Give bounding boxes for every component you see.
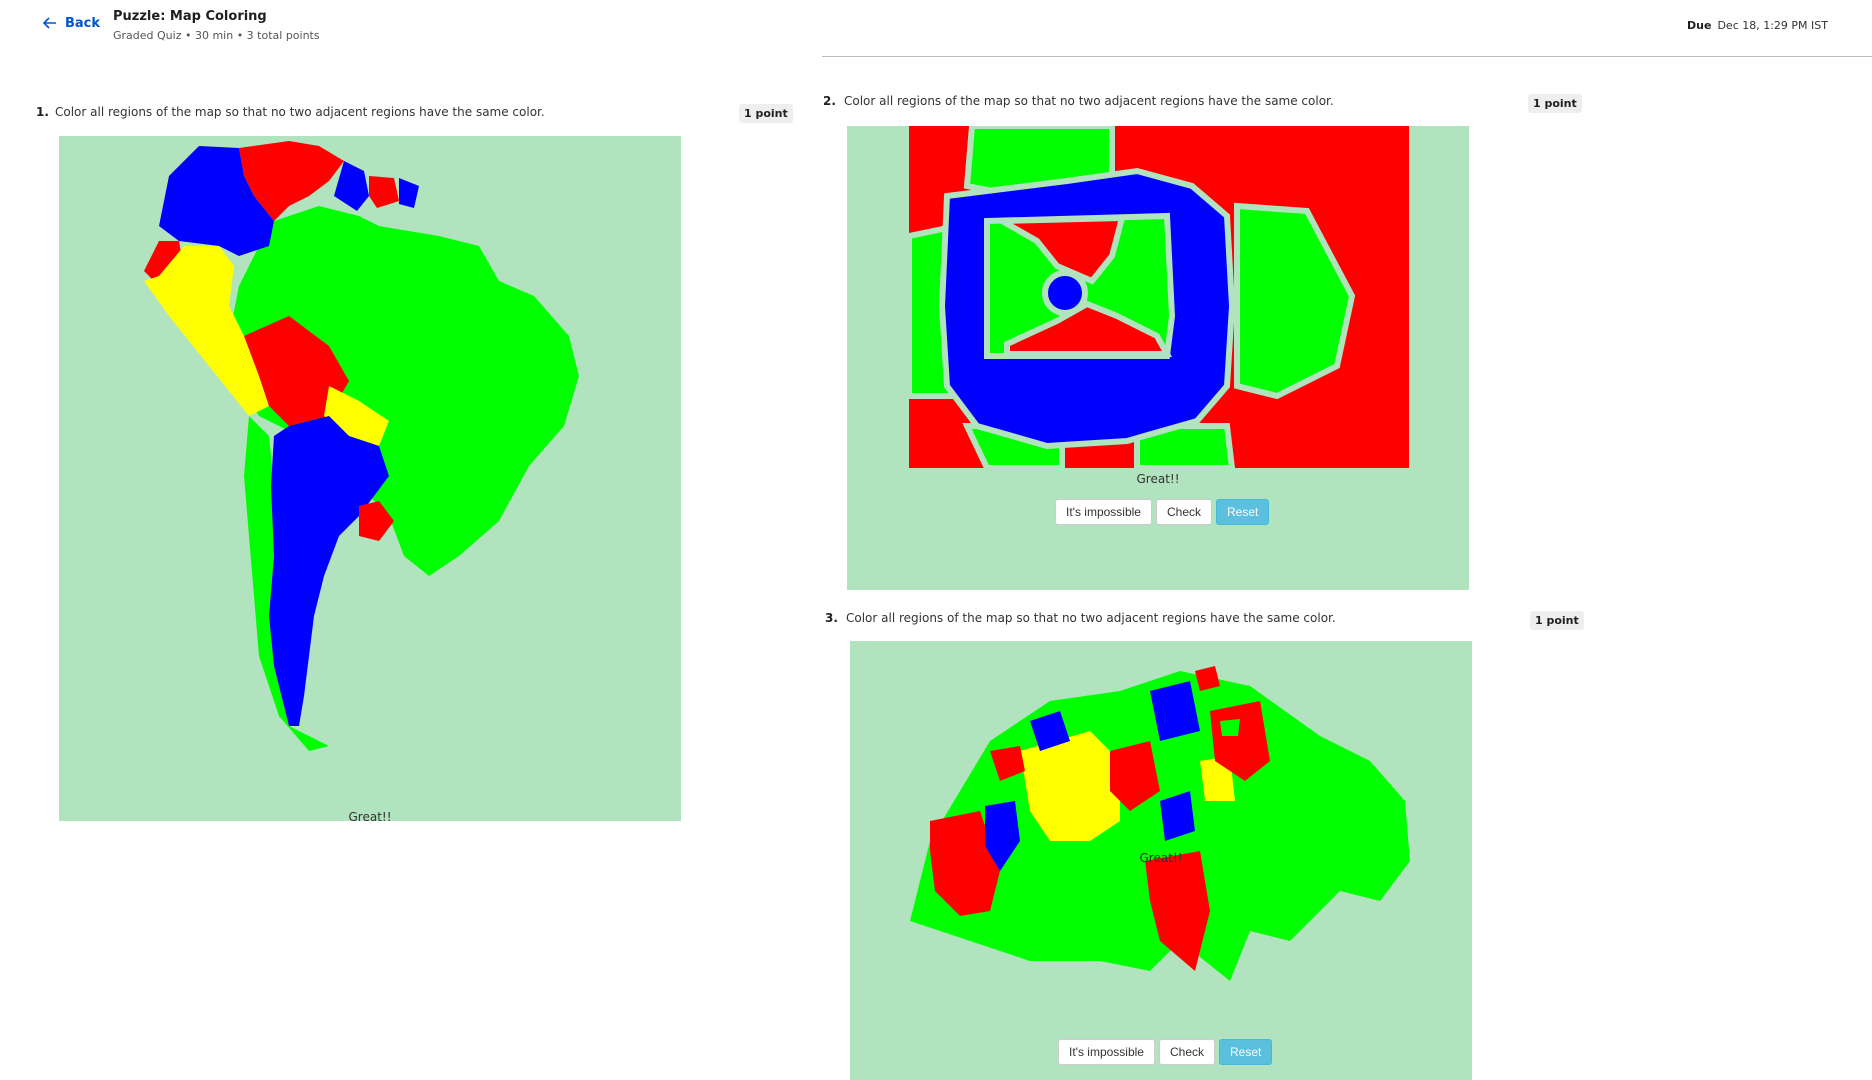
region-argentina[interactable] [269,416,389,726]
header-divider [822,56,1872,57]
question-3-points: 1 point [1530,611,1584,630]
question-1-status: Great!! [348,810,392,821]
quiz-title: Puzzle: Map Coloring [113,9,267,24]
due-value: Dec 18, 1:29 PM IST [1717,19,1828,32]
question-3-status: Great!! [1139,851,1183,865]
question-3-number: 3. [825,611,838,625]
back-label: Back [65,15,101,31]
due-label: Due [1687,19,1712,32]
question-3-map: Great!! It's impossible Check Reset [850,641,1472,1080]
arrow-left-icon [42,17,56,29]
due-date: Due Dec 18, 1:29 PM IST [1687,19,1828,32]
region-suriname[interactable] [369,176,399,208]
question-1-points: 1 point [739,104,793,123]
question-2-text: Color all regions of the map so that no … [844,94,1334,108]
question-3-text: Color all regions of the map so that no … [846,611,1336,625]
region-fguiana[interactable] [399,178,419,208]
reset-button[interactable]: Reset [1216,499,1270,525]
question-3-actions: It's impossible Check Reset [1058,1039,1273,1065]
impossible-button[interactable]: It's impossible [1058,1039,1155,1065]
question-2-number: 2. [823,94,836,108]
question-2-status: Great!! [1136,472,1180,486]
reset-button[interactable]: Reset [1219,1039,1273,1065]
south-america-map [144,141,579,751]
question-2-points: 1 point [1528,94,1582,113]
region-guyana[interactable] [334,161,369,211]
quiz-subtitle: Graded Quiz • 30 min • 3 total points [113,29,320,42]
impossible-button[interactable]: It's impossible [1055,499,1152,525]
question-1-map: Great!! [59,136,681,821]
question-2-map: Great!! It's impossible Check Reset [847,126,1469,590]
back-link[interactable]: Back [41,14,100,32]
question-1-text: Color all regions of the map so that no … [55,105,545,119]
check-button[interactable]: Check [1158,1039,1215,1065]
question-2-actions: It's impossible Check Reset [1055,499,1270,525]
question-1-number: 1. [36,105,49,119]
check-button[interactable]: Check [1155,499,1212,525]
region-appenzell[interactable] [1220,719,1240,736]
